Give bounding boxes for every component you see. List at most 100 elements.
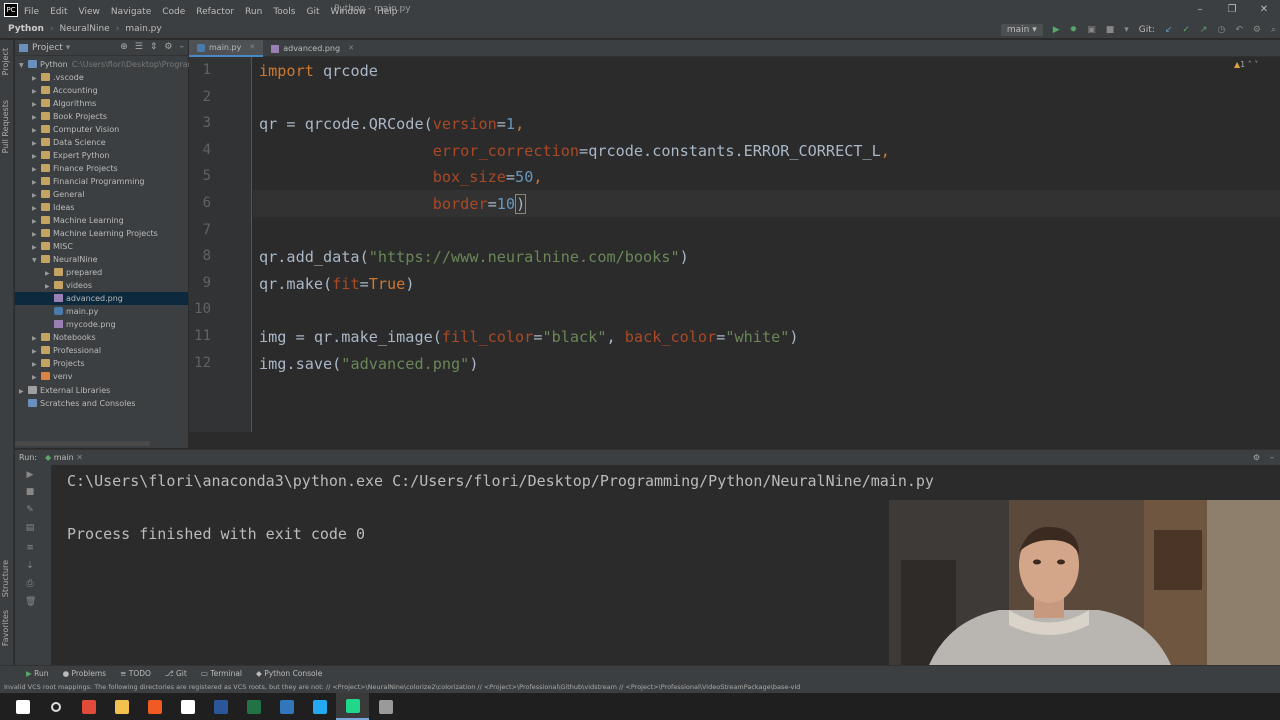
- taskbar-edge-button[interactable]: [270, 693, 303, 720]
- taskbar-word-button[interactable]: [204, 693, 237, 720]
- tree-item[interactable]: advanced.png: [15, 292, 188, 305]
- print-icon[interactable]: ⎙: [25, 579, 35, 589]
- breadcrumb-item[interactable]: Python: [8, 24, 44, 34]
- search-everywhere-icon[interactable]: ⌕: [1271, 25, 1276, 35]
- git-update-icon[interactable]: ↙: [1165, 25, 1173, 35]
- close-tab-icon[interactable]: ✕: [249, 39, 255, 56]
- close-icon[interactable]: ✕: [76, 453, 83, 462]
- tree-item[interactable]: ▶ Accounting: [15, 84, 188, 97]
- tree-item[interactable]: mycode.png: [15, 318, 188, 331]
- tree-item[interactable]: ▶ Professional: [15, 344, 188, 357]
- status-bar[interactable]: Invalid VCS root mappings: The following…: [0, 681, 1280, 693]
- menu-item-file[interactable]: File: [24, 7, 39, 17]
- dropdown-icon[interactable]: ▾: [1124, 25, 1129, 35]
- settings-icon[interactable]: ⚙: [1253, 25, 1261, 35]
- tree-item[interactable]: ▶ Machine Learning: [15, 214, 188, 227]
- tree-item[interactable]: ▶ Book Projects: [15, 110, 188, 123]
- taskbar-file-explorer-button[interactable]: [105, 693, 138, 720]
- coverage-icon[interactable]: ▣: [1087, 25, 1096, 35]
- taskbar-notion-button[interactable]: [171, 693, 204, 720]
- tree-item[interactable]: ▶ External Libraries: [15, 384, 188, 397]
- breadcrumb-item[interactable]: NeuralNine: [60, 24, 110, 34]
- collapse-all-icon[interactable]: ⇕: [150, 42, 158, 52]
- tree-item[interactable]: ▶ videos: [15, 279, 188, 292]
- tree-item[interactable]: ▶ Algorithms: [15, 97, 188, 110]
- git-commit-icon[interactable]: ✓: [1182, 25, 1190, 35]
- taskbar-brave-button[interactable]: [138, 693, 171, 720]
- tree-item[interactable]: ▶ Projects: [15, 357, 188, 370]
- soft-wrap-icon[interactable]: ≡: [25, 543, 35, 553]
- tree-item[interactable]: ▶ Notebooks: [15, 331, 188, 344]
- terminal-tool-button[interactable]: ▭ Terminal: [201, 669, 242, 678]
- gear-icon[interactable]: ⚙: [1253, 453, 1260, 462]
- tree-item[interactable]: ▶ .vscode: [15, 71, 188, 84]
- stop-icon[interactable]: ■: [1106, 25, 1115, 35]
- run-config-selector[interactable]: main ▾: [1000, 23, 1043, 36]
- tree-item[interactable]: ▶ Machine Learning Projects: [15, 227, 188, 240]
- menu-item-run[interactable]: Run: [245, 7, 262, 17]
- tree-item[interactable]: ▶ General: [15, 188, 188, 201]
- tree-item[interactable]: ▶ Ideas: [15, 201, 188, 214]
- tree-item[interactable]: ▶ Expert Python: [15, 149, 188, 162]
- trash-icon[interactable]: 🗑: [25, 597, 36, 607]
- taskbar-vscode-button[interactable]: [303, 693, 336, 720]
- minimize-icon[interactable]: –: [1184, 0, 1216, 20]
- scroll-to-end-icon[interactable]: ⇣: [25, 561, 35, 571]
- wrench-icon[interactable]: ✎: [25, 505, 35, 515]
- taskbar-excel-button[interactable]: [237, 693, 270, 720]
- restore-layout-icon[interactable]: ▤: [25, 523, 35, 533]
- tree-root-python[interactable]: ▼ Python C:\Users\flori\Desktop\Programmi: [15, 58, 205, 71]
- taskbar-chrome-button[interactable]: [72, 693, 105, 720]
- locate-icon[interactable]: ⊕: [120, 42, 128, 52]
- menu-item-view[interactable]: View: [79, 7, 100, 17]
- run-icon[interactable]: ▶: [1053, 25, 1060, 35]
- rerun-icon[interactable]: ▶: [25, 470, 35, 480]
- hide-icon[interactable]: –: [180, 42, 185, 52]
- project-tool-tab[interactable]: Project: [1, 48, 10, 75]
- tab-main-py[interactable]: main.py ✕: [189, 39, 264, 57]
- run-config-tab[interactable]: ◆ main ✕: [45, 453, 83, 462]
- code-editor[interactable]: import qrcode qr = qrcode.QRCode(version=…: [259, 57, 1259, 432]
- chevron-right-icon[interactable]: ▶: [32, 371, 41, 384]
- menu-item-git[interactable]: Git: [306, 7, 319, 17]
- tree-item[interactable]: ▶ prepared: [15, 266, 188, 279]
- hide-icon[interactable]: –: [1270, 453, 1274, 462]
- close-tab-icon[interactable]: ✕: [348, 40, 354, 57]
- tree-item[interactable]: main.py: [15, 305, 188, 318]
- taskbar-search-button[interactable]: [39, 693, 72, 720]
- tree-item[interactable]: ▶ venv: [15, 370, 188, 383]
- taskbar-windows-start-button[interactable]: [6, 693, 39, 720]
- menu-item-navigate[interactable]: Navigate: [111, 7, 151, 17]
- git-push-icon[interactable]: ↗: [1200, 25, 1208, 35]
- tab-advanced-png[interactable]: advanced.png ✕: [263, 40, 362, 57]
- pin-icon[interactable]: [13, 475, 23, 485]
- tree-item[interactable]: ▶ Computer Vision: [15, 123, 188, 136]
- structure-tool-tab[interactable]: Structure: [1, 560, 10, 597]
- debug-icon[interactable]: ✹: [1070, 25, 1078, 35]
- tree-item[interactable]: ▼ NeuralNine: [15, 253, 188, 266]
- tree-item[interactable]: ▶ MISC: [15, 240, 188, 253]
- favorites-tool-tab[interactable]: Favorites: [1, 610, 10, 646]
- close-icon[interactable]: ✕: [1248, 0, 1280, 20]
- python-console-tool-button[interactable]: ◆ Python Console: [256, 669, 322, 678]
- tree-item[interactable]: ▶ Data Science: [15, 136, 188, 149]
- stop-icon[interactable]: ■: [25, 487, 35, 497]
- project-panel-title[interactable]: Project: [32, 43, 63, 53]
- todo-tool-button[interactable]: ≡ TODO: [120, 669, 151, 678]
- taskbar-pycharm-button[interactable]: [336, 693, 369, 720]
- project-horizontal-scrollbar[interactable]: [15, 441, 150, 446]
- tree-item[interactable]: Scratches and Consoles: [15, 397, 188, 410]
- tree-item[interactable]: ▶ Finance Projects: [15, 162, 188, 175]
- rollback-icon[interactable]: ↶: [1235, 25, 1243, 35]
- run-tool-button[interactable]: ▶ Run: [26, 669, 49, 678]
- menu-item-tools[interactable]: Tools: [273, 7, 295, 17]
- chevron-up-icon[interactable]: ˄: [1248, 60, 1252, 69]
- git-history-icon[interactable]: ◷: [1217, 25, 1225, 35]
- chevron-down-icon[interactable]: ▾: [66, 43, 71, 53]
- breadcrumb-item[interactable]: main.py: [125, 24, 161, 34]
- pull-requests-tool-tab[interactable]: Pull Requests: [1, 100, 10, 153]
- expand-all-icon[interactable]: ☰: [135, 42, 143, 52]
- inspection-widget[interactable]: ▲1 ˄ ˅: [1234, 60, 1258, 69]
- git-tool-button[interactable]: ⎇ Git: [165, 669, 187, 678]
- tree-item[interactable]: ▶ Financial Programming: [15, 175, 188, 188]
